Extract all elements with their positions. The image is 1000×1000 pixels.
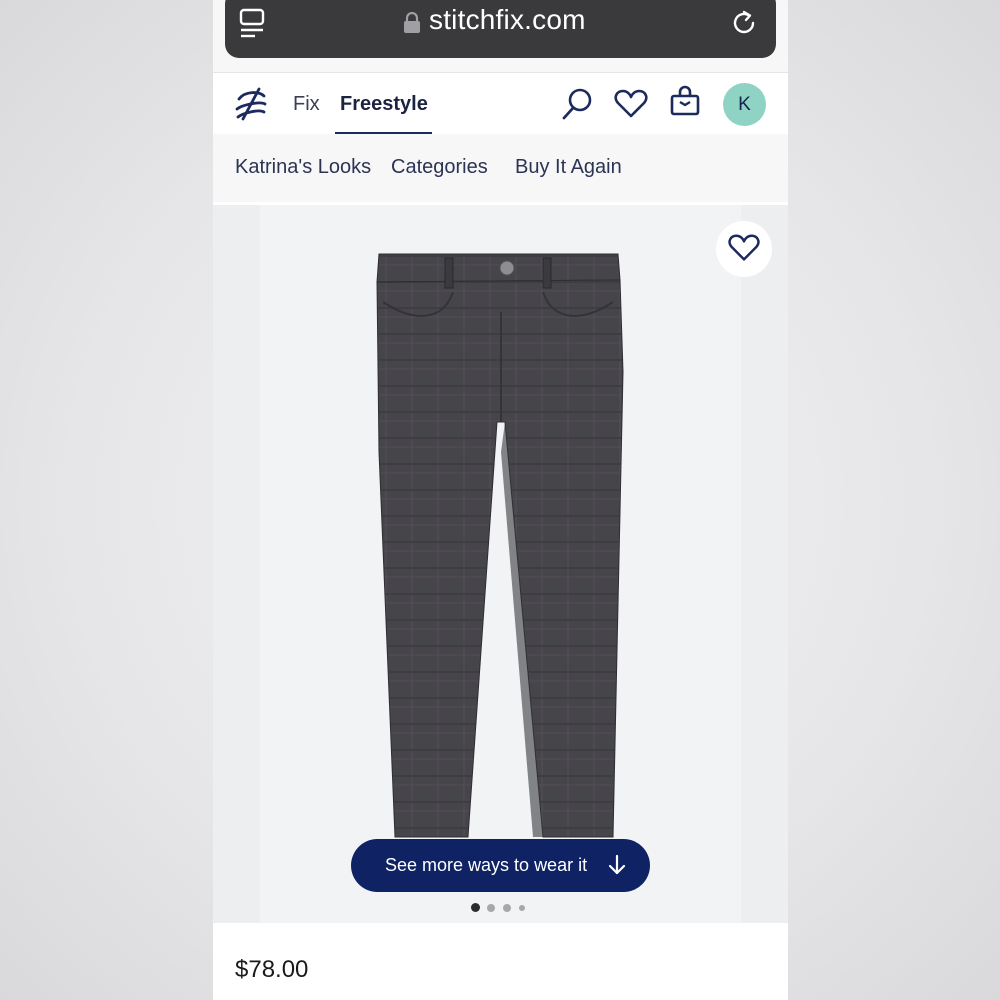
nav-fix[interactable]: Fix <box>293 93 320 116</box>
avatar[interactable]: K <box>723 83 766 126</box>
see-more-ways-button[interactable]: See more ways to wear it <box>351 839 650 892</box>
carousel-dot[interactable] <box>503 904 511 912</box>
cta-label: See more ways to wear it <box>385 855 588 875</box>
url-text[interactable]: stitchfix.com <box>429 4 586 36</box>
sub-navigation: Katrina's Looks Categories Buy It Again <box>213 134 788 202</box>
stitchfix-logo-icon[interactable] <box>233 87 269 126</box>
product-image-pants[interactable] <box>373 252 633 842</box>
subnav-katrinas-looks[interactable]: Katrina's Looks <box>235 156 371 179</box>
favorite-button[interactable] <box>716 221 772 277</box>
search-icon[interactable] <box>561 87 593 126</box>
heart-icon[interactable] <box>613 89 649 124</box>
product-image-carousel[interactable]: See more ways to wear it <box>213 205 788 923</box>
subnav-categories[interactable]: Categories <box>391 156 488 179</box>
carousel-dot-active[interactable] <box>471 903 480 912</box>
price-section: $78.00 <box>213 923 788 1000</box>
reload-icon[interactable] <box>729 8 759 43</box>
carousel-dot[interactable] <box>519 905 525 911</box>
shopping-bag-icon[interactable] <box>669 85 701 122</box>
heart-icon <box>728 234 760 261</box>
browser-chrome: stitchfix.com <box>213 0 788 72</box>
lock-icon <box>403 11 421 39</box>
arrow-down-icon <box>607 854 627 881</box>
tabs-icon[interactable] <box>239 8 267 43</box>
subnav-buy-it-again[interactable]: Buy It Again <box>515 156 622 179</box>
product-price: $78.00 <box>235 956 309 983</box>
site-header: Fix Freestyle K <box>213 72 788 135</box>
phone-screen: stitchfix.com Fix Freestyle K Katrina's … <box>213 0 788 1000</box>
address-bar[interactable]: stitchfix.com <box>225 0 776 58</box>
nav-freestyle[interactable]: Freestyle <box>340 93 428 116</box>
carousel-dot[interactable] <box>487 904 495 912</box>
